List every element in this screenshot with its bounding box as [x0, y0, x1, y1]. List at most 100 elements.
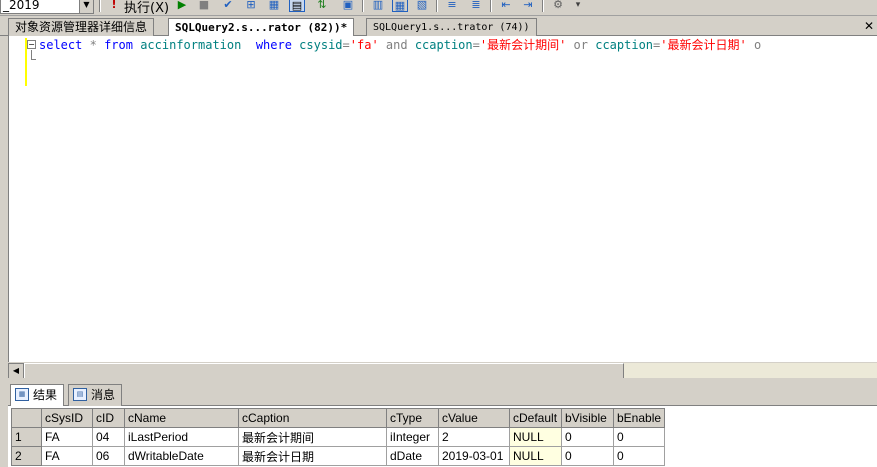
grid-cell[interactable]: iLastPeriod [124, 427, 239, 447]
uncomment-icon[interactable]: ≣ [468, 0, 484, 12]
message-icon: ▤ [73, 388, 87, 401]
code-token: or [573, 38, 588, 52]
decrease-indent-icon[interactable]: ⇤ [498, 0, 514, 12]
query-plan-icon[interactable]: ⊞ [243, 0, 259, 12]
grid-cell[interactable]: 0 [612, 446, 666, 466]
collapse-icon[interactable]: − [27, 40, 36, 49]
tab-label: 结果 [33, 388, 58, 402]
column-header[interactable]: cDefault [509, 408, 562, 428]
code-token: = [472, 38, 480, 52]
database-select-value: _2019 [3, 0, 40, 12]
code-token: select [39, 38, 83, 52]
tab-sqlquery1[interactable]: SQLQuery1.s...trator (74)) [366, 18, 537, 36]
query-designer-icon[interactable]: ▦ [266, 0, 282, 12]
chevron-down-icon[interactable]: ▼ [79, 0, 93, 13]
header-row: cSysID cID cName cCaption cType cValue c… [11, 408, 666, 428]
column-header[interactable]: cSysID [41, 408, 93, 428]
client-stats-icon[interactable]: ▣ [340, 0, 356, 12]
code-token: ccaption [595, 38, 654, 52]
sql-editor[interactable]: − select * from accinformation where csy… [8, 36, 877, 362]
editor-gutter [9, 36, 25, 362]
results-grid: cSysID cID cName cCaption cType cValue c… [11, 408, 666, 466]
code-token: csysid [299, 38, 343, 52]
results-to-text-icon[interactable]: ▥ [370, 0, 386, 12]
results-grid-area: cSysID cID cName cCaption cType cValue c… [8, 406, 877, 467]
toolbar-separator [99, 0, 101, 12]
debug-play-icon[interactable]: ▶ [174, 0, 190, 12]
column-header[interactable]: cCaption [238, 408, 387, 428]
fold-line [31, 50, 36, 60]
document-tabs: 对象资源管理器详细信息 SQLQuery2.s...rator (82))* S… [0, 17, 877, 37]
grid-cell[interactable]: 最新会计日期 [238, 446, 387, 466]
grid-cell[interactable]: 0 [561, 446, 614, 466]
grid-icon: ▦ [15, 388, 29, 401]
row-header-corner[interactable] [11, 408, 42, 428]
tab-label: 消息 [91, 388, 116, 402]
execute-icon[interactable]: ! [106, 0, 122, 12]
grid-cell[interactable]: dWritableDate [124, 446, 239, 466]
table-row[interactable]: 1 FA 04 iLastPeriod 最新会计期间 iInteger 2 NU… [11, 427, 666, 447]
row-number[interactable]: 2 [11, 446, 42, 466]
column-header[interactable]: cType [386, 408, 439, 428]
code-token: = [342, 38, 350, 52]
results-to-file-icon[interactable]: ▧ [414, 0, 430, 12]
stop-icon[interactable]: ■ [196, 0, 212, 12]
grid-cell[interactable]: FA [41, 446, 93, 466]
code-token: 'fa' [349, 38, 379, 52]
grid-cell[interactable]: 2 [438, 427, 510, 447]
grid-cell[interactable]: 2019-03-01 [438, 446, 510, 466]
column-header[interactable]: bEnable [612, 408, 666, 428]
grid-cell[interactable]: 04 [92, 427, 125, 447]
database-select[interactable]: _2019 ▼ [0, 0, 94, 14]
table-row[interactable]: 2 FA 06 dWritableDate 最新会计日期 dDate 2019-… [11, 446, 666, 466]
grid-cell[interactable]: 0 [612, 427, 666, 447]
tab-label: SQLQuery1.s...trator (74)) [373, 22, 530, 33]
increase-indent-icon[interactable]: ⇥ [520, 0, 536, 12]
tab-label: 对象资源管理器详细信息 [15, 20, 148, 34]
tab-object-explorer-details[interactable]: 对象资源管理器详细信息 [8, 18, 155, 36]
include-plan-icon[interactable]: ⇅ [314, 0, 330, 12]
code-token: o [753, 38, 762, 52]
grid-cell[interactable]: 0 [561, 427, 614, 447]
column-header[interactable]: cID [92, 408, 125, 428]
grid-cell[interactable]: 最新会计期间 [238, 427, 387, 447]
column-header[interactable]: cName [124, 408, 239, 428]
column-header[interactable]: bVisible [561, 408, 614, 428]
code-token: '最新会计期间' [479, 38, 567, 52]
tab-messages[interactable]: ▤ 消息 [68, 384, 123, 406]
grid-cell[interactable]: NULL [509, 427, 562, 447]
toolbar: _2019 ▼ ! 执行(X) ▶ ■ ✔ ⊞ ▦ ▤ ⇅ ▣ ▥ ▦ ▧ ≡ … [0, 0, 877, 16]
toolbar-overflow-icon[interactable]: ▾ [570, 0, 586, 12]
code-token: and [385, 38, 408, 52]
scrollbar-thumb[interactable] [24, 363, 624, 379]
grid-cell[interactable]: FA [41, 427, 93, 447]
grid-cell[interactable]: dDate [386, 446, 439, 466]
code-token: ccaption [414, 38, 473, 52]
tab-results[interactable]: ▦ 结果 [10, 384, 65, 407]
comment-icon[interactable]: ≡ [444, 0, 460, 12]
editor-horizontal-scrollbar[interactable]: ◀ [8, 362, 877, 379]
code-line-1: select * from accinformation where csysi… [39, 37, 761, 53]
code-token: where [255, 38, 292, 52]
scroll-left-icon[interactable]: ◀ [8, 363, 24, 379]
code-token: * [89, 38, 97, 52]
specify-values-icon[interactable]: ⚙ [550, 0, 566, 12]
row-number[interactable]: 1 [11, 427, 42, 447]
tab-sqlquery2[interactable]: SQLQuery2.s...rator (82))* [168, 18, 355, 37]
grid-cell[interactable]: NULL [509, 446, 562, 466]
toolbar-separator [436, 0, 438, 12]
toolbar-separator [362, 0, 364, 12]
execute-button[interactable]: 执行(X) [124, 0, 169, 16]
code-token: '最新会计日期' [660, 38, 747, 52]
toolbar-separator [542, 0, 544, 12]
results-to-grid-icon[interactable]: ▤ [289, 0, 305, 12]
results-grid-icon[interactable]: ▦ [392, 0, 408, 12]
close-icon[interactable]: ✕ [861, 17, 877, 35]
column-header[interactable]: cValue [438, 408, 510, 428]
tab-label: SQLQuery2.s...rator (82))* [175, 21, 348, 34]
code-token: from [104, 38, 133, 52]
parse-check-icon[interactable]: ✔ [220, 0, 236, 12]
grid-cell[interactable]: 06 [92, 446, 125, 466]
grid-cell[interactable]: iInteger [386, 427, 439, 447]
results-tabs: ▦ 结果 ▤ 消息 [8, 382, 877, 407]
